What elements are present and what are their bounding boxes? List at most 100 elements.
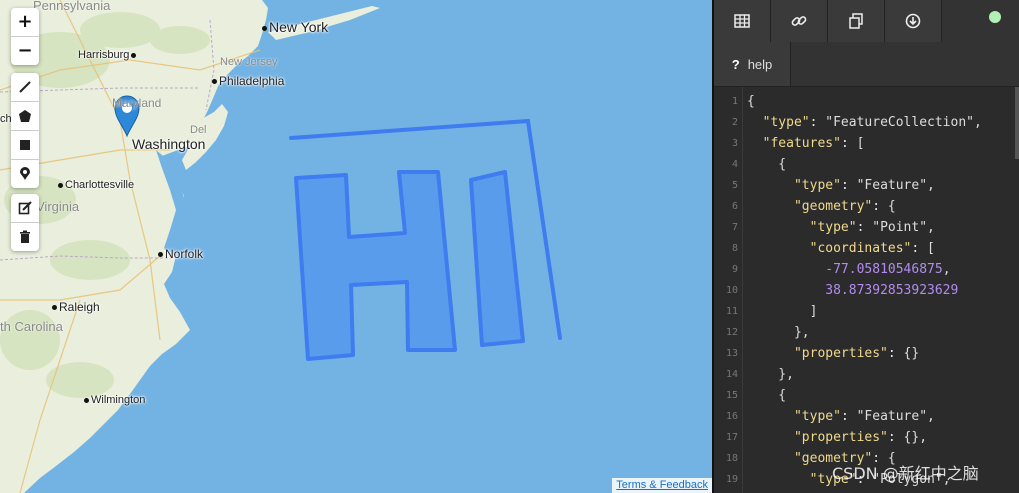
table-icon [734, 14, 750, 28]
code-text: { [747, 157, 787, 172]
editor-scrollbar[interactable] [1015, 87, 1019, 159]
code-line: 3 "features": [ [714, 133, 1019, 154]
line-number: 7 [731, 222, 738, 233]
attribution: Terms & Feedback [612, 478, 712, 493]
code-text: "coordinates": [ [809, 241, 935, 256]
code-line: 1{ [714, 91, 1019, 112]
help-tab[interactable]: ? help [714, 42, 791, 86]
link-icon [791, 16, 807, 26]
editor-panel: ? help 1{2 "type": "FeatureCollection", 3… [712, 0, 1019, 493]
drawn-shapes [294, 170, 525, 361]
code-line: 13 "properties": {} [714, 343, 1019, 364]
code-text: "type": "Feature", [793, 409, 935, 424]
code-text: 38.87392853923629 [825, 283, 959, 298]
help-label: help [747, 56, 773, 72]
line-number: 19 [725, 474, 738, 485]
terms-feedback-link[interactable]: Terms & Feedback [616, 479, 708, 491]
basemap [0, 0, 562, 493]
code-text: }, [747, 325, 810, 340]
line-number: 13 [725, 348, 738, 359]
line-tool-icon [19, 81, 31, 93]
line-number: 6 [731, 201, 738, 212]
code-text: "type": "Feature", [793, 178, 935, 193]
label-maryland: Maryland [112, 96, 162, 110]
draw-controls [11, 73, 39, 188]
zoom-controls: + − [11, 8, 39, 65]
edit-layers-button[interactable] [11, 194, 39, 223]
line-number: 12 [725, 327, 738, 338]
code-text: { [747, 388, 787, 403]
copy-button[interactable] [828, 0, 885, 42]
rectangle-tool-icon [20, 140, 30, 150]
line-number: 17 [725, 432, 738, 443]
code-line: 2 "type": "FeatureCollection", [714, 112, 1019, 133]
code-line: 16 "type": "Feature", [714, 406, 1019, 427]
label-harrisburg: Harrisburg [78, 49, 138, 61]
zoom-in-button[interactable]: + [11, 8, 39, 37]
connection-status-indicator [989, 11, 1001, 23]
line-number: 10 [725, 285, 738, 296]
code-line: 8 "coordinates": [ [714, 238, 1019, 259]
code-text: }, [747, 367, 794, 382]
label-wilmington: Wilmington [84, 394, 145, 406]
polygon-h [294, 170, 457, 361]
line-number: 5 [731, 180, 738, 191]
line-number: 11 [725, 306, 738, 317]
label-new-york: New York [262, 19, 328, 35]
trash-icon [20, 230, 30, 243]
label-philadelphia: Philadelphia [212, 74, 284, 88]
code-line: 14 }, [714, 364, 1019, 385]
copy-icon [849, 13, 863, 29]
draw-line-button[interactable] [11, 73, 39, 102]
code-line: 10 38.87392853923629 [714, 280, 1019, 301]
draw-polygon-button[interactable] [11, 102, 39, 131]
line-number: 8 [731, 243, 738, 254]
code-text: ] [747, 304, 818, 319]
line-number: 1 [731, 96, 738, 107]
label-virginia: Virginia [36, 199, 80, 214]
label-norfolk: Norfolk [158, 247, 203, 261]
code-line: 11 ] [714, 301, 1019, 322]
label-charlottesville: Charlottesville [58, 179, 134, 191]
line-number: 14 [725, 369, 738, 380]
label-washington: Washington [132, 136, 206, 152]
help-icon: ? [731, 56, 740, 72]
code-line: 12 }, [714, 322, 1019, 343]
label-del: Del [190, 124, 207, 136]
zoom-out-button[interactable]: − [11, 37, 39, 65]
draw-marker-button[interactable] [11, 160, 39, 188]
panel-toolbar [714, 0, 1019, 42]
geojson-editor[interactable]: 1{2 "type": "FeatureCollection", 3 "featu… [714, 87, 1019, 493]
code-text: "properties": {}, [793, 430, 928, 445]
draw-rectangle-button[interactable] [11, 131, 39, 160]
code-text: { [747, 94, 755, 109]
code-line: 4 { [714, 154, 1019, 175]
label-pennsylvania: Pennsylvania [33, 0, 111, 13]
watermark: CSDN @新红中之脑 [832, 464, 979, 483]
code-text: "type": "Point", [809, 220, 935, 235]
code-line: 17 "properties": {}, [714, 427, 1019, 448]
line-number: 3 [731, 138, 738, 149]
line-number: 16 [725, 411, 738, 422]
code-text: "type": "FeatureCollection", [762, 115, 982, 130]
line-number: 4 [731, 159, 738, 170]
download-button[interactable] [885, 0, 942, 42]
polygon-i [469, 170, 525, 347]
label-north-carolina: th Carolina [0, 319, 63, 334]
code-text: "features": [ [762, 136, 865, 151]
label-raleigh: Raleigh [52, 300, 100, 314]
map-canvas[interactable]: Pennsylvania New York Harrisburg New Jer… [0, 0, 712, 493]
toolbar-spacer [942, 0, 1019, 42]
download-icon [905, 13, 921, 29]
line-number: 18 [725, 453, 738, 464]
code-text: -77.05810546875, [825, 262, 951, 277]
delete-layers-button[interactable] [11, 223, 39, 251]
share-link-button[interactable] [771, 0, 828, 42]
code-line: 6 "geometry": { [714, 196, 1019, 217]
table-view-button[interactable] [714, 0, 771, 42]
code-text: "geometry": { [793, 199, 896, 214]
edit-controls [11, 194, 39, 251]
polygon-tool-icon [19, 110, 31, 122]
code-line: 7 "type": "Point", [714, 217, 1019, 238]
line-number: 9 [731, 264, 738, 275]
